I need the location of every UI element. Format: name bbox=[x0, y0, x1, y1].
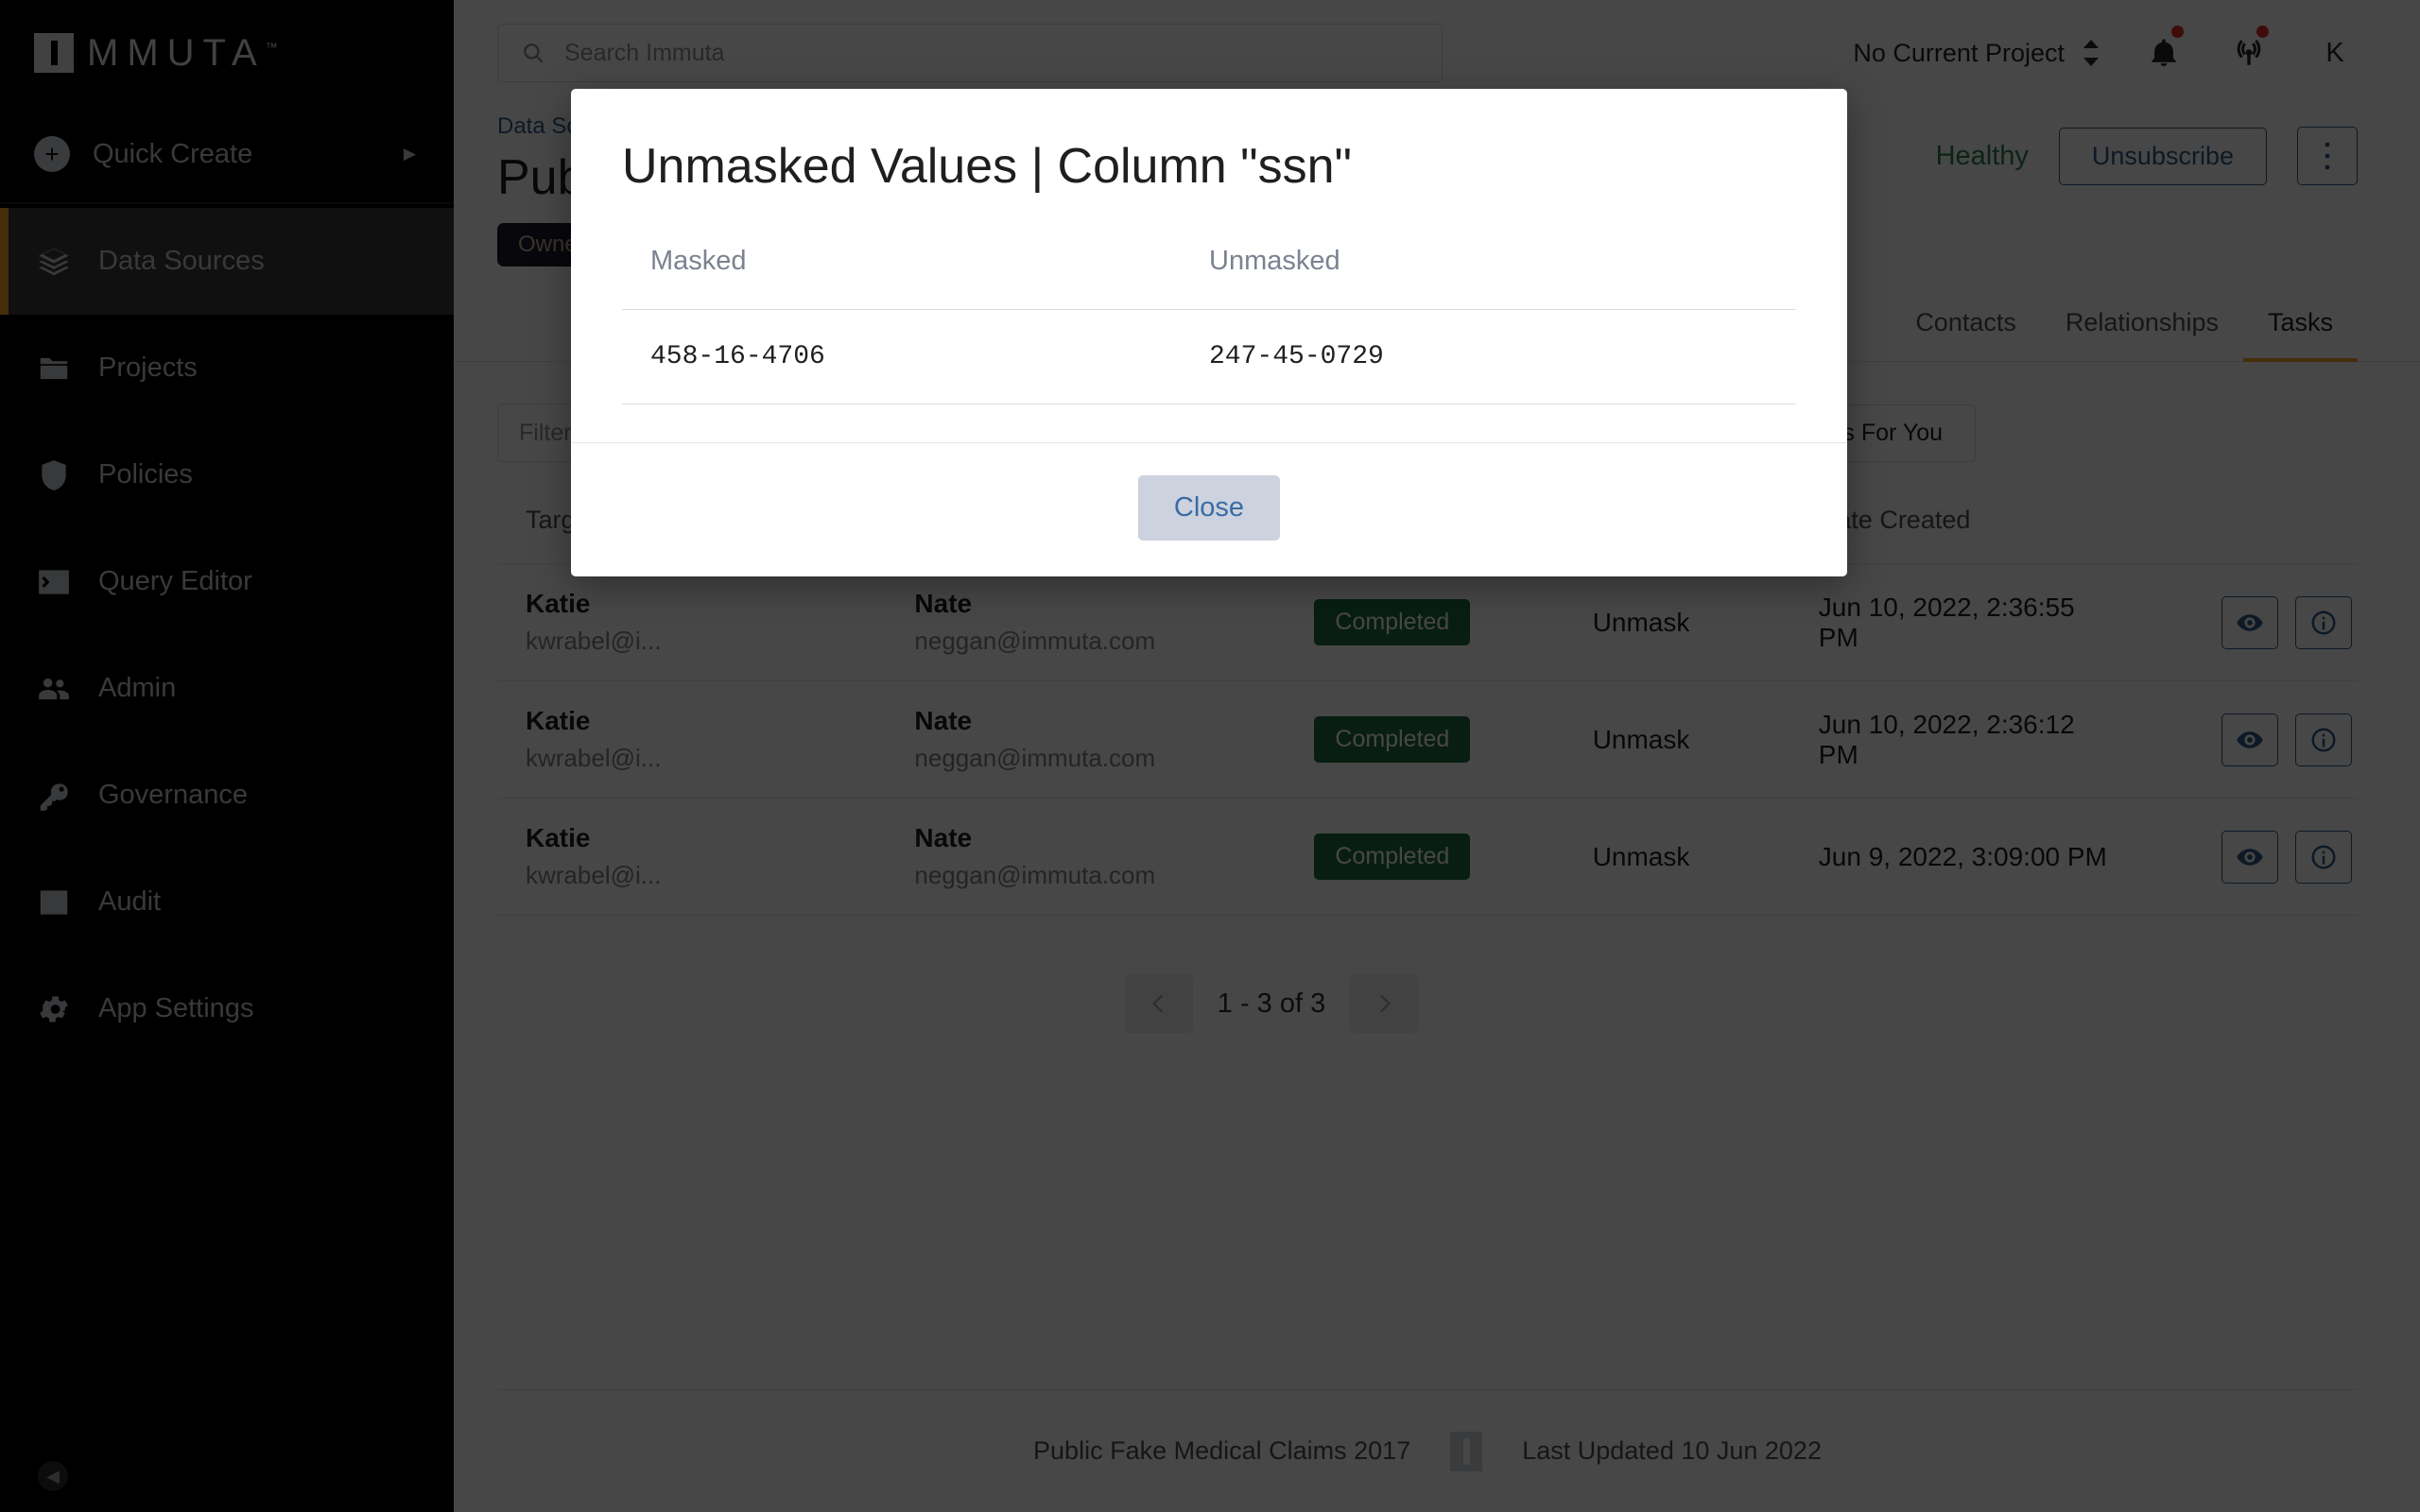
dialog-body: Unmasked Values | Column "ssn" Masked Un… bbox=[571, 89, 1847, 442]
cell-masked-value: 458-16-4706 bbox=[622, 309, 1209, 404]
dialog-footer: Close bbox=[571, 442, 1847, 576]
dialog-title: Unmasked Values | Column "ssn" bbox=[622, 139, 1353, 194]
unmasked-values-dialog: Unmasked Values | Column "ssn" Masked Un… bbox=[571, 89, 1847, 576]
unmasked-values-table-head: Masked Unmasked bbox=[622, 246, 1796, 310]
table-row: 458-16-4706 247-45-0729 bbox=[622, 309, 1796, 404]
unmasked-values-table: Masked Unmasked 458-16-4706 247-45-0729 bbox=[622, 246, 1796, 404]
unmasked-values-header-row: Masked Unmasked bbox=[622, 246, 1796, 310]
column-header-masked: Masked bbox=[622, 246, 1209, 310]
cell-unmasked-value: 247-45-0729 bbox=[1209, 309, 1796, 404]
unmasked-values-table-body: 458-16-4706 247-45-0729 bbox=[622, 309, 1796, 404]
column-header-unmasked: Unmasked bbox=[1209, 246, 1796, 310]
close-button[interactable]: Close bbox=[1137, 475, 1281, 541]
